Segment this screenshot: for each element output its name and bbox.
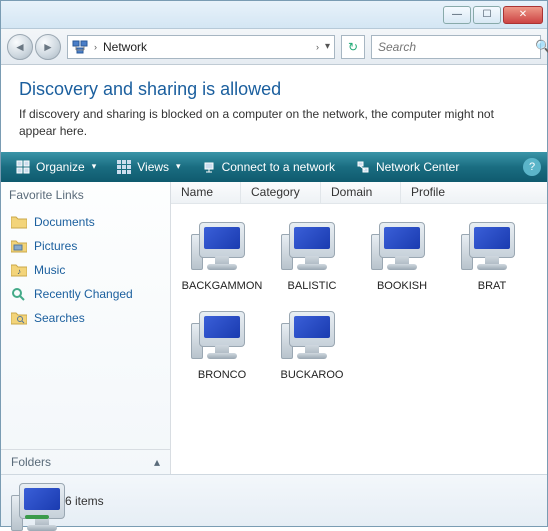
items-row: BACKGAMMON BALISTIC BOOKISH BRAT BRONCO BUCKA… (179, 216, 539, 386)
organize-icon (15, 159, 31, 175)
column-name[interactable]: Name (171, 182, 241, 203)
connect-icon (201, 159, 217, 175)
column-domain[interactable]: Domain (321, 182, 401, 203)
organize-label: Organize (36, 160, 85, 174)
chevron-down-icon: ▾ (92, 161, 97, 172)
folder-music-icon: ♪ (11, 262, 27, 278)
search-icon[interactable]: 🔍 (535, 39, 548, 55)
network-center-label: Network Center (376, 160, 459, 174)
computer-backgammon[interactable]: BACKGAMMON (179, 216, 265, 297)
forward-button[interactable]: ► (35, 34, 61, 60)
network-center-button[interactable]: Network Center (347, 156, 467, 178)
sidebar-item-documents[interactable]: Documents (1, 210, 170, 234)
sidebar-item-label: Recently Changed (34, 287, 133, 301)
computer-label: BALISTIC (288, 280, 337, 293)
body: Favorite Links Documents Pictures ♪ Music Re… (1, 182, 547, 474)
computer-icon (191, 220, 253, 276)
breadcrumb-network[interactable]: Network (103, 40, 310, 54)
computer-balistic[interactable]: BALISTIC (269, 216, 355, 297)
computer-icon (281, 220, 343, 276)
maximize-button[interactable]: ☐ (473, 6, 501, 24)
views-label: Views (137, 160, 169, 174)
nav-row: ◄ ► › Network › ▾ ↻ 🔍 ▾ (1, 29, 547, 65)
network-center-icon (355, 159, 371, 175)
breadcrumb-sep2[interactable]: › (316, 42, 319, 52)
favorite-links-header: Favorite Links (1, 182, 170, 208)
computer-label: BRAT (478, 280, 507, 293)
computer-icon (371, 220, 433, 276)
views-button[interactable]: Views ▾ (108, 156, 188, 178)
favorite-links-list: Documents Pictures ♪ Music Recently Changed S… (1, 208, 170, 332)
sidebar-item-music[interactable]: ♪ Music (1, 258, 170, 282)
breadcrumb-sep: › (94, 42, 97, 52)
address-bar[interactable]: › Network › ▾ (67, 35, 335, 59)
sidebar-item-label: Documents (34, 215, 95, 229)
close-button[interactable]: ✕ (503, 6, 543, 24)
connect-network-button[interactable]: Connect to a network (193, 156, 343, 178)
search-folder-icon (11, 286, 27, 302)
computer-icon (191, 309, 253, 365)
computer-buckaroo[interactable]: BUCKAROO (269, 305, 355, 386)
status-bar: 6 items (1, 474, 547, 526)
back-button[interactable]: ◄ (7, 34, 33, 60)
explorer-window: — ☐ ✕ ◄ ► › Network › ▾ ↻ 🔍 ▾ Discovery … (0, 0, 548, 527)
svg-text:♪: ♪ (17, 267, 21, 276)
computer-brat[interactable]: BRAT (449, 216, 535, 297)
sidebar-item-label: Searches (34, 311, 85, 325)
connect-label: Connect to a network (222, 160, 335, 174)
info-banner: Discovery and sharing is allowed If disc… (1, 65, 547, 152)
computer-bronco[interactable]: BRONCO (179, 305, 265, 386)
column-profile[interactable]: Profile (401, 182, 547, 203)
sidebar-item-pictures[interactable]: Pictures (1, 234, 170, 258)
sidebar-item-label: Music (34, 263, 65, 277)
status-computer-icon (11, 481, 55, 521)
computer-label: BUCKAROO (281, 369, 344, 382)
computer-label: BACKGAMMON (182, 280, 263, 293)
title-bar: — ☐ ✕ (1, 1, 547, 29)
info-heading: Discovery and sharing is allowed (19, 79, 529, 100)
sidebar-item-searches[interactable]: Searches (1, 306, 170, 330)
address-dropdown[interactable]: ▾ (325, 41, 330, 52)
minimize-button[interactable]: — (443, 6, 471, 24)
sidebar-item-recently-changed[interactable]: Recently Changed (1, 282, 170, 306)
status-text: 6 items (65, 494, 104, 508)
items-grid: BACKGAMMON BALISTIC BOOKISH BRAT BRONCO BUCKA… (171, 204, 547, 474)
nav-buttons: ◄ ► (7, 34, 61, 60)
search-input[interactable] (378, 40, 535, 54)
computer-label: BOOKISH (377, 280, 427, 293)
folder-pic-icon (11, 238, 27, 254)
chevron-up-icon: ▴ (154, 455, 160, 469)
computer-icon (461, 220, 523, 276)
sidebar: Favorite Links Documents Pictures ♪ Music Re… (1, 182, 171, 474)
main-area: NameCategoryDomainProfile BACKGAMMON BALI… (171, 182, 547, 474)
organize-button[interactable]: Organize ▾ (7, 156, 104, 178)
folders-toggle[interactable]: Folders ▴ (1, 449, 170, 474)
folder-icon (11, 214, 27, 230)
views-icon (116, 159, 132, 175)
folders-label: Folders (11, 455, 51, 469)
computer-label: BRONCO (198, 369, 246, 382)
column-headers: NameCategoryDomainProfile (171, 182, 547, 204)
folder-search-icon (11, 310, 27, 326)
refresh-button[interactable]: ↻ (341, 35, 365, 59)
chevron-down-icon: ▾ (176, 161, 181, 172)
command-bar: Organize ▾ Views ▾ Connect to a network … (1, 152, 547, 182)
info-text: If discovery and sharing is blocked on a… (19, 106, 529, 140)
help-button[interactable]: ? (523, 158, 541, 176)
sidebar-item-label: Pictures (34, 239, 77, 253)
computer-icon (281, 309, 343, 365)
computer-bookish[interactable]: BOOKISH (359, 216, 445, 297)
search-box[interactable]: 🔍 ▾ (371, 35, 541, 59)
column-category[interactable]: Category (241, 182, 321, 203)
network-icon (72, 39, 88, 55)
